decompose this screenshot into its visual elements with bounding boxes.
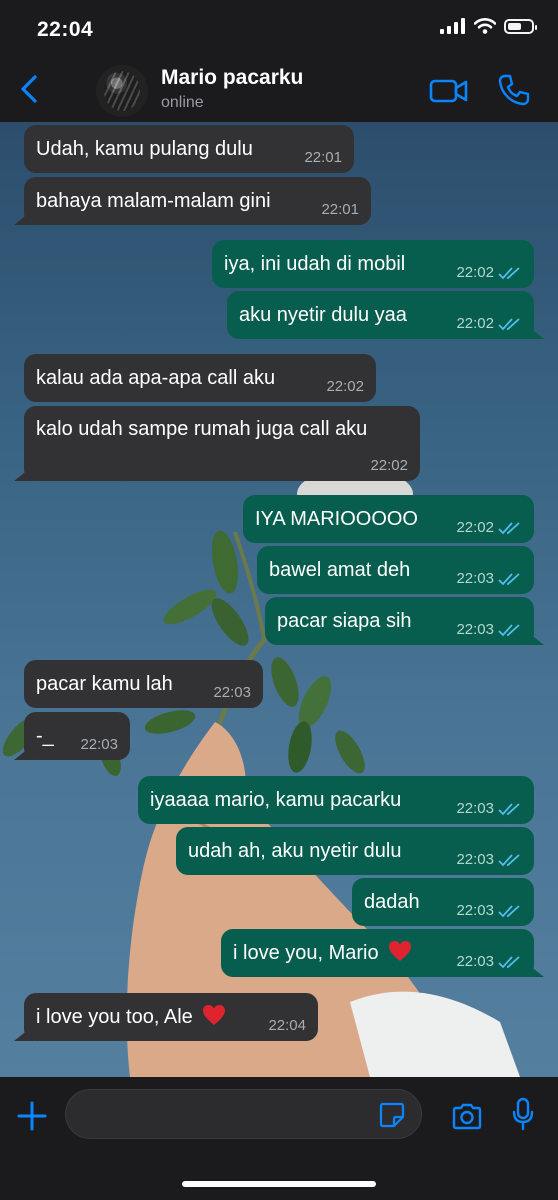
plus-icon[interactable] [16, 1100, 48, 1132]
camera-icon[interactable] [451, 1102, 483, 1130]
message-input[interactable] [65, 1089, 422, 1139]
contact-name[interactable]: Mario pacarku [161, 66, 303, 90]
message-time: 22:03 [456, 800, 494, 817]
message-bubble-outgoing[interactable]: iya, ini udah di mobil 22:02 [212, 240, 534, 288]
message-text: bawel amat deh [269, 559, 411, 581]
message-time: 22:03 [456, 851, 494, 868]
message-time: 22:01 [321, 201, 359, 218]
message-text: pacar siapa sih [277, 610, 412, 632]
status-time: 22:04 [37, 18, 94, 41]
message-bubble-incoming[interactable]: i love you too, Ale 22:04 [24, 993, 318, 1041]
double-check-icon [498, 624, 520, 637]
message-time: 22:02 [326, 378, 364, 395]
message-time: 22:04 [268, 1017, 306, 1034]
double-check-icon [498, 522, 520, 535]
message-bubble-outgoing[interactable]: aku nyetir dulu yaa 22:02 [227, 291, 534, 339]
message-bubble-incoming[interactable]: kalo udah sampe rumah juga call aku 22:0… [24, 406, 420, 481]
double-check-icon [498, 854, 520, 867]
red-heart-emoji [389, 941, 412, 961]
message-time: 22:03 [80, 736, 118, 753]
message-bubble-outgoing[interactable]: dadah 22:03 [352, 878, 534, 926]
wifi-icon [474, 18, 496, 34]
message-text: Udah, kamu pulang dulu [36, 138, 253, 160]
message-time: 22:03 [456, 570, 494, 587]
message-text: iya, ini udah di mobil [224, 253, 406, 275]
message-text: -_ [36, 725, 54, 747]
microphone-icon[interactable] [511, 1097, 535, 1131]
message-bubble-outgoing[interactable]: bawel amat deh 22:03 [257, 546, 534, 594]
message-text: IYA MARIOOOOO [255, 508, 418, 530]
message-bubble-incoming[interactable]: -_ 22:03 [24, 712, 130, 760]
message-time: 22:03 [213, 684, 251, 701]
message-time: 22:01 [304, 149, 342, 166]
status-icons [440, 18, 537, 34]
sticker-icon[interactable] [379, 1102, 405, 1128]
phone-icon[interactable] [497, 73, 531, 107]
message-text: aku nyetir dulu yaa [239, 304, 407, 326]
message-bubble-incoming[interactable]: Udah, kamu pulang dulu 22:01 [24, 125, 354, 173]
message-bubble-outgoing[interactable]: IYA MARIOOOOO 22:02 [243, 495, 534, 543]
double-check-icon [498, 318, 520, 331]
message-time: 22:03 [456, 621, 494, 638]
message-bubble-outgoing[interactable]: iyaaaa mario, kamu pacarku 22:03 [138, 776, 534, 824]
double-check-icon [498, 267, 520, 280]
message-time: 22:02 [456, 519, 494, 536]
video-camera-icon[interactable] [429, 78, 469, 104]
message-text: kalau ada apa-apa call aku [36, 367, 276, 389]
chat-header: Mario pacarku online [0, 56, 558, 123]
message-bubble-incoming[interactable]: bahaya malam-malam gini 22:01 [24, 177, 371, 225]
message-bubble-incoming[interactable]: pacar kamu lah 22:03 [24, 660, 263, 708]
message-bubble-outgoing[interactable]: udah ah, aku nyetir dulu 22:03 [176, 827, 534, 875]
avatar[interactable] [96, 65, 148, 117]
message-text: kalo udah sampe rumah juga call aku [36, 418, 368, 440]
double-check-icon [498, 905, 520, 918]
message-text: i love you, Mario [233, 942, 379, 964]
double-check-icon [498, 803, 520, 816]
message-text: pacar kamu lah [36, 673, 173, 695]
message-list[interactable]: Udah, kamu pulang dulu 22:01 bahaya mala… [0, 122, 558, 1077]
message-time: 22:03 [456, 953, 494, 970]
chevron-left-icon[interactable] [16, 74, 44, 104]
message-text: iyaaaa mario, kamu pacarku [150, 789, 402, 811]
message-bubble-incoming[interactable]: kalau ada apa-apa call aku 22:02 [24, 354, 376, 402]
signal-icon [440, 18, 465, 34]
contact-status: online [161, 94, 204, 111]
message-bubble-outgoing[interactable]: pacar siapa sih 22:03 [265, 597, 534, 645]
double-check-icon [498, 573, 520, 586]
message-text: bahaya malam-malam gini [36, 190, 271, 212]
message-time: 22:03 [456, 902, 494, 919]
double-check-icon [498, 956, 520, 969]
message-text: i love you too, Ale [36, 1006, 193, 1028]
message-time: 22:02 [370, 457, 408, 474]
red-heart-emoji [203, 1005, 226, 1025]
composer-bar [0, 1077, 558, 1200]
message-bubble-outgoing[interactable]: i love you, Mario 22:03 [221, 929, 534, 977]
home-indicator [182, 1181, 376, 1187]
message-text: dadah [364, 891, 420, 913]
battery-icon [504, 18, 537, 34]
message-time: 22:02 [456, 264, 494, 281]
message-time: 22:02 [456, 315, 494, 332]
message-text: udah ah, aku nyetir dulu [188, 840, 402, 862]
status-bar: 22:04 [0, 0, 558, 56]
